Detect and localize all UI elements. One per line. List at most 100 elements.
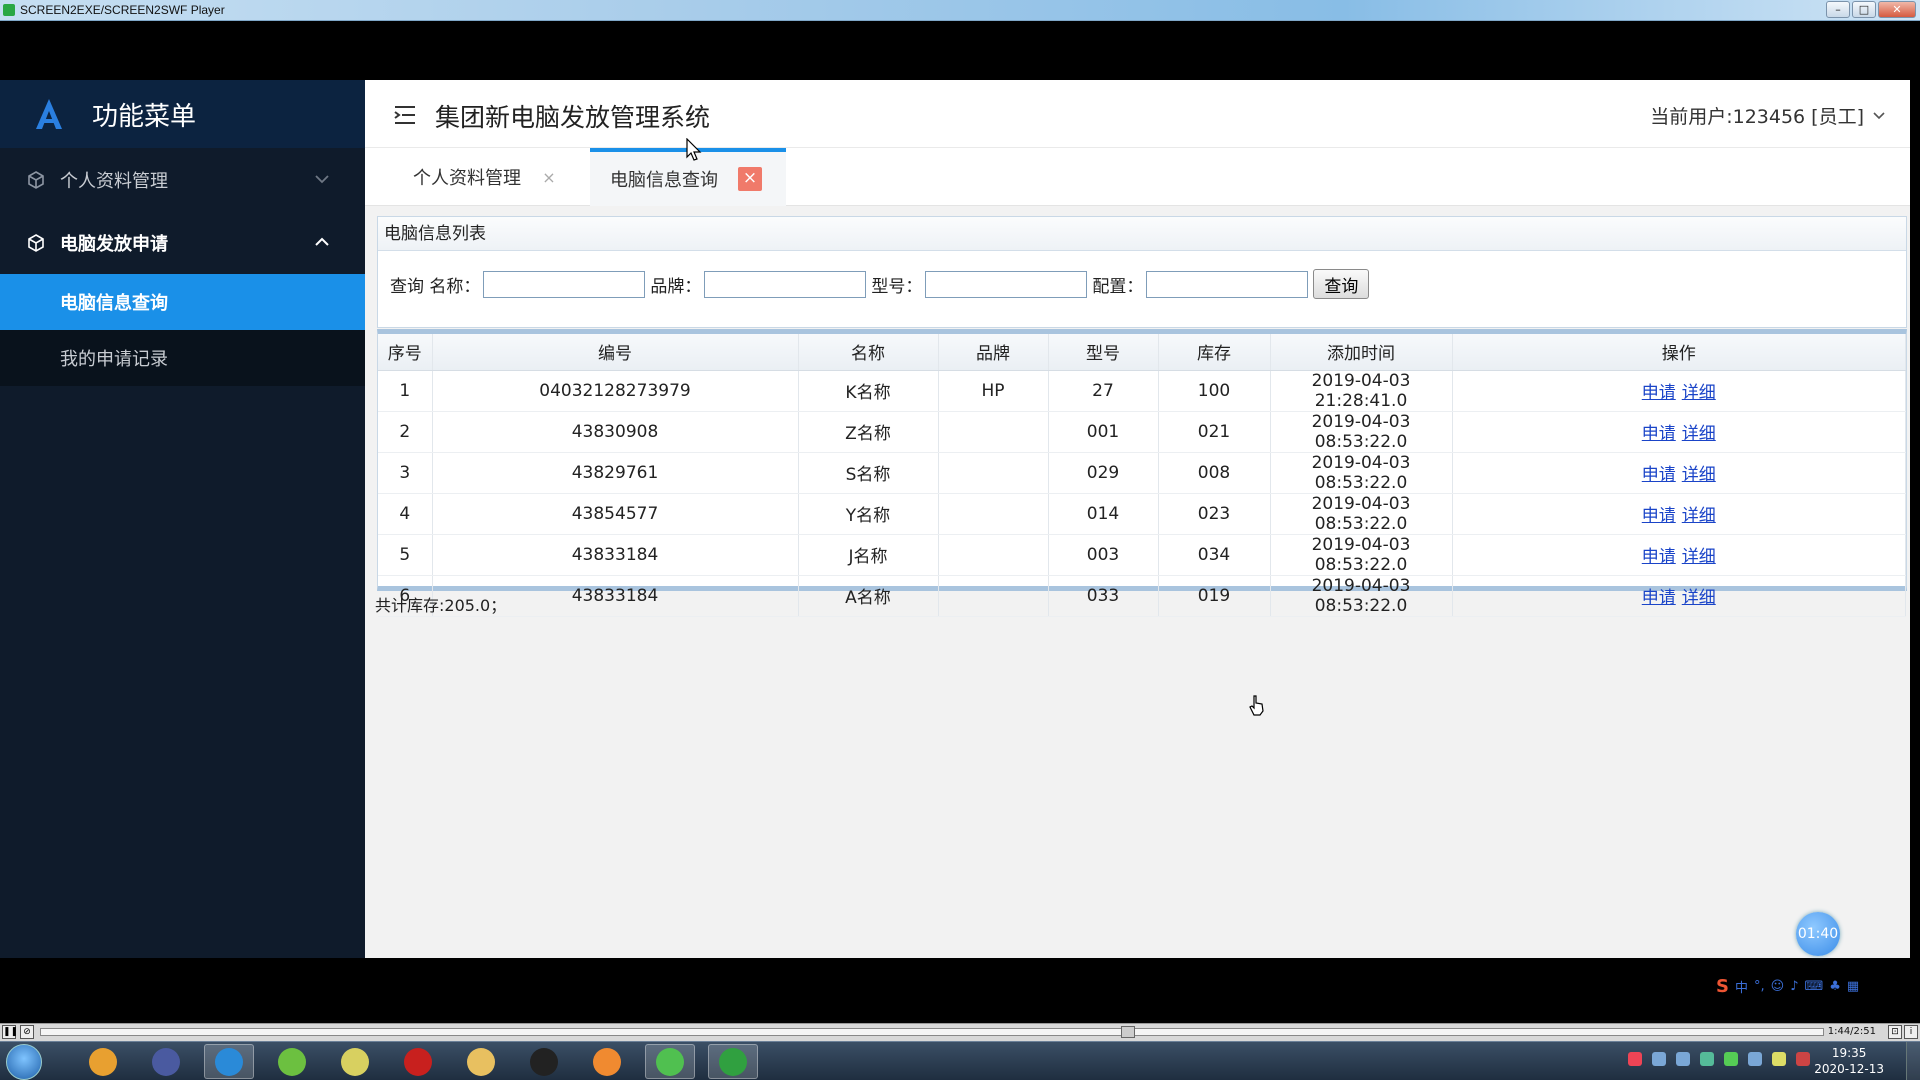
detail-link[interactable]: 详细 (1682, 506, 1716, 526)
web-app: 功能菜单 个人资料管理 电脑发放申请 电脑信息查询 我的申请记录 集团新电脑发放… (0, 80, 1910, 958)
table-cell: 021 (1158, 411, 1271, 453)
system-tray (1628, 1052, 1810, 1066)
taskbar-app[interactable] (330, 1044, 380, 1079)
config-label: 配置： (1092, 276, 1144, 297)
tab-label: 个人资料管理 (413, 168, 521, 189)
pause-icon[interactable]: ❚❚ (2, 1025, 18, 1039)
apply-link[interactable]: 申请 (1642, 383, 1676, 403)
sidebar-item-my-applications[interactable]: 我的申请记录 (0, 330, 365, 386)
column-header: 品牌 (938, 334, 1049, 371)
sidebar-item-computer-query[interactable]: 电脑信息查询 (0, 274, 365, 330)
menu-icon[interactable]: ▦ (1847, 979, 1859, 994)
ime-mode[interactable]: 中 (1735, 977, 1748, 996)
tab-profile[interactable]: 个人资料管理 × (413, 148, 573, 206)
player-title-bar: SCREEN2EXE/SCREEN2SWF Player – □ ✕ (0, 0, 1920, 21)
user-menu[interactable]: 当前用户:123456 [员工] (1650, 102, 1886, 129)
close-icon[interactable]: × (539, 168, 559, 187)
name-input[interactable] (483, 270, 646, 298)
name-label: 查询 名称： (390, 276, 481, 297)
flash-icon (404, 1047, 432, 1076)
recording-timer[interactable]: 01:40 (1796, 912, 1840, 956)
model-input[interactable] (925, 270, 1088, 298)
action-cell: 申请 详细 (1452, 575, 1906, 617)
brand-label: 品牌： (650, 276, 702, 297)
notepad-icon (341, 1047, 369, 1076)
tray-icon[interactable] (1676, 1052, 1690, 1066)
table-cell: 43829761 (432, 452, 799, 494)
table-cell: 43833184 (432, 534, 799, 576)
keyboard-icon[interactable]: ⌨ (1804, 979, 1823, 994)
apply-link[interactable]: 申请 (1642, 424, 1676, 444)
action-cell: 申请 详细 (1452, 411, 1906, 453)
cube-icon (28, 170, 44, 189)
table-cell (938, 534, 1049, 576)
table-cell: 5 (378, 534, 433, 576)
detail-link[interactable]: 详细 (1682, 547, 1716, 567)
volume-icon[interactable] (1796, 1052, 1810, 1066)
taskbar-app[interactable] (708, 1044, 758, 1079)
menu-group-computer-apply[interactable]: 电脑发放申请 (0, 211, 365, 274)
skin-icon[interactable]: ♣ (1829, 979, 1841, 994)
config-input[interactable] (1146, 270, 1309, 298)
table-cell: 001 (1048, 411, 1159, 453)
close-icon[interactable]: × (738, 167, 762, 191)
seek-bar[interactable] (40, 1026, 1824, 1038)
seek-thumb[interactable] (1120, 1026, 1135, 1038)
detail-link[interactable]: 详细 (1682, 383, 1716, 403)
menu-group-profile[interactable]: 个人资料管理 (0, 148, 365, 211)
tray-icon[interactable] (1724, 1052, 1738, 1066)
tray-icon[interactable] (1652, 1052, 1666, 1066)
apply-link[interactable]: 申请 (1642, 547, 1676, 567)
taskbar-app[interactable] (456, 1044, 506, 1079)
close-window-button[interactable]: ✕ (1878, 1, 1916, 18)
maximize-button[interactable]: □ (1852, 1, 1876, 18)
qq-browser-icon (215, 1047, 243, 1076)
table-header-row: 序号 编号 名称 品牌 型号 库存 添加时间 操作 (378, 334, 1906, 371)
taskbar-app[interactable] (141, 1044, 191, 1079)
brand-input[interactable] (704, 270, 867, 298)
detail-link[interactable]: 详细 (1682, 424, 1716, 444)
action-cell: 申请 详细 (1452, 370, 1906, 412)
player-icon (719, 1047, 747, 1076)
table-cell: 4 (378, 493, 433, 535)
taskbar-app[interactable] (204, 1044, 254, 1079)
emoji-icon[interactable]: ☺ (1771, 979, 1785, 994)
hand-cursor-icon (1249, 695, 1264, 716)
search-panel: 电脑信息列表 查询 名称： 品牌： 型号： 配置： 查询 (377, 216, 1907, 328)
taskbar-app[interactable] (78, 1044, 128, 1079)
taskbar-app[interactable] (519, 1044, 569, 1079)
stop-icon[interactable]: ⊘ (20, 1025, 34, 1039)
main-content: 集团新电脑发放管理系统 当前用户:123456 [员工] 个人资料管理 × 电脑… (365, 80, 1910, 958)
sidebar: 功能菜单 个人资料管理 电脑发放申请 电脑信息查询 我的申请记录 (0, 80, 365, 958)
detail-link[interactable]: 详细 (1682, 588, 1716, 608)
search-button[interactable]: 查询 (1313, 269, 1370, 299)
tray-icon[interactable] (1772, 1052, 1786, 1066)
microphone-icon[interactable]: ♪ (1790, 979, 1798, 994)
chevron-down-icon (1873, 111, 1885, 119)
sogou-icon[interactable]: S (1716, 976, 1729, 997)
fullscreen-icon[interactable]: ⊡ (1888, 1025, 1902, 1039)
punctuation-icon[interactable]: °, (1754, 979, 1765, 994)
apply-link[interactable]: 申请 (1642, 506, 1676, 526)
taskbar-app[interactable] (582, 1044, 632, 1079)
table-cell: 2019-04-03 08:53:22.0 (1270, 493, 1453, 535)
menu-group-label: 个人资料管理 (60, 170, 168, 192)
menu-toggle-icon[interactable] (393, 104, 417, 126)
tray-icon[interactable] (1748, 1052, 1762, 1066)
tray-icon[interactable] (1628, 1052, 1642, 1066)
column-header: 名称 (798, 334, 939, 371)
table-row: 4 43854577 Y名称 014 023 2019-04-03 08:53:22.0 申… (378, 493, 1906, 535)
info-icon[interactable]: i (1904, 1025, 1918, 1039)
show-desktop-button[interactable] (1906, 1042, 1920, 1080)
apply-link[interactable]: 申请 (1642, 465, 1676, 485)
minimize-button[interactable]: – (1826, 1, 1850, 18)
start-button[interactable] (6, 1044, 42, 1080)
taskbar-app[interactable] (645, 1044, 695, 1079)
apply-link[interactable]: 申请 (1642, 588, 1676, 608)
table-cell: 014 (1048, 493, 1159, 535)
taskbar-app[interactable] (267, 1044, 317, 1079)
detail-link[interactable]: 详细 (1682, 465, 1716, 485)
clock[interactable]: 19:35 2020-12-13 (1814, 1045, 1884, 1077)
tray-icon[interactable] (1700, 1052, 1714, 1066)
taskbar-app[interactable] (393, 1044, 443, 1079)
